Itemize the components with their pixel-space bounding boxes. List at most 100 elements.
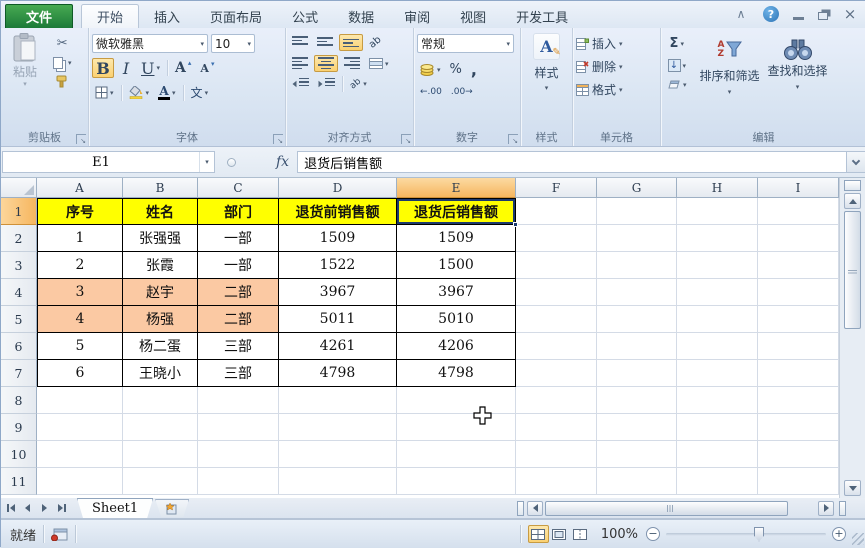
fill-handle[interactable] bbox=[513, 222, 518, 227]
collapse-ribbon-icon[interactable]: ∧ bbox=[733, 7, 749, 21]
cell[interactable]: 杨强 bbox=[123, 306, 198, 333]
cell[interactable] bbox=[597, 306, 677, 333]
zoom-out-button[interactable]: − bbox=[646, 527, 660, 541]
tab-view[interactable]: 视图 bbox=[445, 4, 501, 28]
cell[interactable]: 二部 bbox=[198, 306, 279, 333]
cell[interactable]: 3967 bbox=[279, 279, 397, 306]
select-all-corner[interactable] bbox=[1, 178, 37, 198]
fill-button[interactable]: ↓ ▾ bbox=[664, 58, 690, 73]
cell[interactable]: 6 bbox=[37, 360, 123, 387]
italic-button[interactable]: I bbox=[117, 58, 135, 78]
cell[interactable] bbox=[677, 198, 758, 225]
cell[interactable] bbox=[123, 468, 198, 495]
insert-worksheet-button[interactable] bbox=[155, 499, 189, 517]
column-header-a[interactable]: A bbox=[37, 178, 123, 198]
cell[interactable]: 3967 bbox=[397, 279, 516, 306]
column-header-c[interactable]: C bbox=[198, 178, 279, 198]
cut-button[interactable]: ✂ bbox=[50, 35, 75, 52]
cell[interactable]: 5010 bbox=[397, 306, 516, 333]
cell[interactable]: 1509 bbox=[279, 225, 397, 252]
format-cells-label[interactable]: 格式 bbox=[592, 81, 616, 98]
styles-button[interactable]: A ✎ bbox=[533, 33, 561, 60]
column-header-e-selected[interactable]: E bbox=[397, 178, 516, 198]
cell[interactable]: 4206 bbox=[397, 333, 516, 360]
increase-indent-button[interactable] bbox=[315, 77, 338, 92]
cell[interactable] bbox=[516, 468, 597, 495]
cell[interactable] bbox=[198, 441, 279, 468]
scroll-right-button[interactable] bbox=[818, 500, 834, 516]
row-header-9[interactable]: 9 bbox=[1, 414, 37, 441]
tab-file[interactable]: 文件 bbox=[5, 4, 74, 28]
cell[interactable]: 4 bbox=[37, 306, 123, 333]
vertical-scrollbar[interactable] bbox=[839, 178, 865, 498]
cell[interactable]: 张霞 bbox=[123, 252, 198, 279]
comma-style-button[interactable]: , bbox=[468, 59, 480, 80]
horizontal-split-handle[interactable] bbox=[839, 500, 846, 516]
column-header-h[interactable]: H bbox=[677, 178, 758, 198]
shrink-font-button[interactable]: A ▾ bbox=[197, 60, 217, 76]
cell[interactable] bbox=[198, 414, 279, 441]
cell[interactable] bbox=[123, 414, 198, 441]
row-header-6[interactable]: 6 bbox=[1, 333, 37, 360]
wrap-text-button[interactable]: ab ▾ bbox=[347, 77, 370, 92]
tab-developer[interactable]: 开发工具 bbox=[501, 4, 583, 28]
align-left-button[interactable] bbox=[289, 56, 311, 71]
cell[interactable] bbox=[758, 387, 839, 414]
cell[interactable]: 1522 bbox=[279, 252, 397, 279]
cell[interactable] bbox=[516, 225, 597, 252]
name-box[interactable]: E1 ▾ bbox=[2, 151, 215, 173]
scroll-left-button[interactable] bbox=[527, 500, 543, 516]
cell[interactable] bbox=[758, 198, 839, 225]
tab-data[interactable]: 数据 bbox=[333, 4, 389, 28]
cell[interactable] bbox=[516, 198, 597, 225]
cell[interactable] bbox=[758, 468, 839, 495]
cell[interactable]: 一部 bbox=[198, 225, 279, 252]
cell[interactable] bbox=[597, 360, 677, 387]
increase-decimal-button[interactable]: ←.00 bbox=[417, 86, 445, 98]
align-center-button[interactable] bbox=[314, 55, 338, 72]
cell[interactable]: 1500 bbox=[397, 252, 516, 279]
row-header-3[interactable]: 3 bbox=[1, 252, 37, 279]
cell[interactable] bbox=[198, 468, 279, 495]
cell[interactable]: 张强强 bbox=[123, 225, 198, 252]
cell[interactable] bbox=[597, 387, 677, 414]
cell-c1[interactable]: 部门 bbox=[198, 198, 279, 225]
align-top-button[interactable] bbox=[289, 35, 311, 50]
cell[interactable] bbox=[516, 360, 597, 387]
cell[interactable] bbox=[758, 225, 839, 252]
cell[interactable] bbox=[758, 414, 839, 441]
cell[interactable] bbox=[597, 279, 677, 306]
cell[interactable]: 1 bbox=[37, 225, 123, 252]
cell[interactable] bbox=[516, 252, 597, 279]
font-dialog-launcher[interactable]: ↘ bbox=[273, 134, 283, 145]
first-sheet-button[interactable] bbox=[3, 501, 18, 516]
cell[interactable] bbox=[677, 333, 758, 360]
cell[interactable] bbox=[597, 198, 677, 225]
cell[interactable]: 王晓小 bbox=[123, 360, 198, 387]
column-header-f[interactable]: F bbox=[516, 178, 597, 198]
cell[interactable] bbox=[397, 468, 516, 495]
row-header-2[interactable]: 2 bbox=[1, 225, 37, 252]
cell-a1[interactable]: 序号 bbox=[37, 198, 123, 225]
decrease-decimal-button[interactable]: .00→ bbox=[448, 86, 476, 98]
cell[interactable] bbox=[677, 225, 758, 252]
cell[interactable] bbox=[279, 441, 397, 468]
cell[interactable] bbox=[677, 441, 758, 468]
previous-sheet-button[interactable] bbox=[20, 501, 35, 516]
cell[interactable] bbox=[397, 387, 516, 414]
column-header-i[interactable]: I bbox=[758, 178, 839, 198]
borders-button[interactable]: ▾ bbox=[92, 85, 117, 100]
cell[interactable] bbox=[597, 225, 677, 252]
cell[interactable]: 5 bbox=[37, 333, 123, 360]
font-name-select[interactable]: 微软雅黑 ▾ bbox=[92, 34, 208, 53]
cell[interactable] bbox=[279, 387, 397, 414]
clipboard-dialog-launcher[interactable]: ↘ bbox=[76, 134, 86, 145]
cell[interactable] bbox=[677, 279, 758, 306]
zoom-in-button[interactable]: + bbox=[832, 527, 846, 541]
vertical-split-handle[interactable] bbox=[844, 180, 861, 191]
cell[interactable] bbox=[597, 441, 677, 468]
cell[interactable] bbox=[516, 306, 597, 333]
cell[interactable] bbox=[198, 387, 279, 414]
font-size-select[interactable]: 10 ▾ bbox=[211, 34, 255, 53]
cell[interactable]: 2 bbox=[37, 252, 123, 279]
